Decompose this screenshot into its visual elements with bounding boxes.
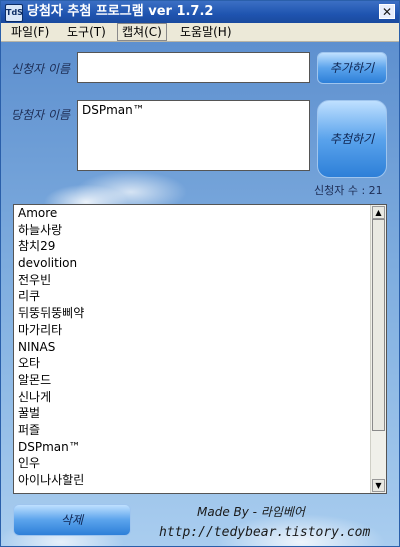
- draw-button[interactable]: 추첨하기: [317, 100, 387, 178]
- list-item[interactable]: DSPman™: [14, 439, 386, 456]
- list-item[interactable]: 오타: [14, 355, 386, 372]
- credit-text: Made By - 라임베어: [197, 505, 305, 519]
- main-panel: 신청자 이름 추가하기 당첨자 이름 DSPman™ 추첨하기 신청자 수 : …: [1, 42, 399, 546]
- delete-button[interactable]: 삭제: [13, 504, 131, 536]
- list-item[interactable]: 신나게: [14, 389, 386, 406]
- list-item[interactable]: 알몬드: [14, 372, 386, 389]
- menu-bar: 파일(F) 도구(T) 캡쳐(C) 도움말(H): [1, 23, 399, 42]
- list-item[interactable]: 아이나사할린: [14, 472, 386, 489]
- applicant-list-items: Amore 하늘사랑 참치29 devolition 전우빈 리쿠 뒤뚱뒤뚱삐약…: [14, 205, 386, 489]
- winner-name-field[interactable]: DSPman™: [77, 100, 310, 171]
- menu-file[interactable]: 파일(F): [7, 23, 53, 41]
- applicant-name-label: 신청자 이름: [11, 62, 71, 76]
- list-item[interactable]: 하늘사랑: [14, 222, 386, 239]
- list-item[interactable]: devolition: [14, 255, 386, 272]
- scroll-down-icon[interactable]: ▼: [372, 479, 385, 492]
- applicant-count: 신청자 수 : 21: [314, 184, 383, 197]
- window-title: 당첨자 추첨 프로그램 ver 1.7.2: [27, 4, 214, 19]
- list-item[interactable]: 전우빈: [14, 272, 386, 289]
- app-icon: TdS: [5, 4, 23, 22]
- list-item[interactable]: 참치29: [14, 238, 386, 255]
- list-item[interactable]: 리쿠: [14, 288, 386, 305]
- applicant-name-input[interactable]: [77, 52, 310, 83]
- menu-capture[interactable]: 캡쳐(C): [117, 23, 167, 41]
- menu-tools[interactable]: 도구(T): [63, 23, 110, 41]
- menu-help[interactable]: 도움말(H): [176, 23, 236, 41]
- list-scrollbar[interactable]: ▲ ▼: [370, 205, 386, 493]
- list-item[interactable]: NINAS: [14, 339, 386, 356]
- title-bar[interactable]: TdS 당첨자 추첨 프로그램 ver 1.7.2 ✕: [1, 1, 399, 23]
- list-item[interactable]: 마가리타: [14, 322, 386, 339]
- homepage-link[interactable]: http://tedybear.tistory.com: [159, 525, 370, 540]
- winner-name-label: 당첨자 이름: [11, 108, 71, 122]
- list-item[interactable]: 인우: [14, 455, 386, 472]
- list-item[interactable]: 뒤뚱뒤뚱삐약: [14, 305, 386, 322]
- scroll-thumb[interactable]: [372, 219, 385, 431]
- applicant-list[interactable]: Amore 하늘사랑 참치29 devolition 전우빈 리쿠 뒤뚱뒤뚱삐약…: [13, 204, 387, 494]
- list-item[interactable]: Amore: [14, 205, 386, 222]
- list-item[interactable]: 꿀벌: [14, 405, 386, 422]
- scroll-up-icon[interactable]: ▲: [372, 206, 385, 219]
- winner-name-value: DSPman™: [82, 103, 145, 117]
- add-button[interactable]: 추가하기: [317, 52, 387, 84]
- list-item[interactable]: 퍼즐: [14, 422, 386, 439]
- close-button[interactable]: ✕: [379, 4, 395, 19]
- app-window: TdS 당첨자 추첨 프로그램 ver 1.7.2 ✕ 파일(F) 도구(T) …: [0, 0, 400, 547]
